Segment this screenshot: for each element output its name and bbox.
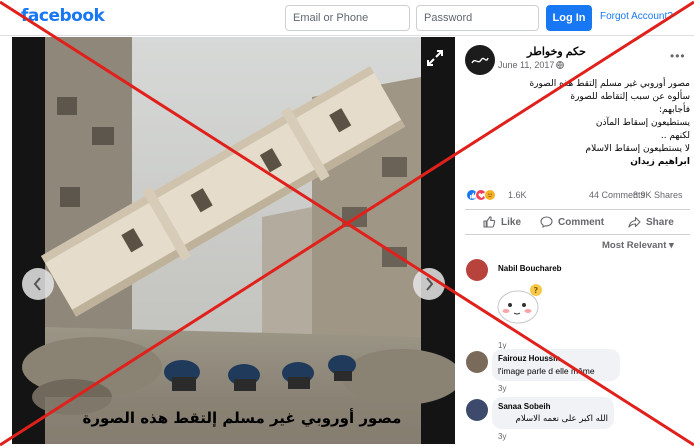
calligraphy-logo-icon — [471, 57, 489, 64]
like-icon — [483, 216, 496, 228]
login-button[interactable]: Log In — [546, 5, 592, 31]
comment-author[interactable]: Nabil Bouchareb — [498, 264, 562, 273]
email-field[interactable] — [285, 5, 410, 31]
svg-text:?: ? — [534, 286, 539, 295]
comment-time[interactable]: 3y — [498, 432, 506, 441]
comment-text: الله اكبر على نعمه الاسلام — [515, 414, 608, 424]
more-dots-icon[interactable]: ••• — [670, 49, 686, 63]
comment-author[interactable]: Fairouz Houssm — [498, 354, 560, 363]
sad-reaction-icon[interactable] — [484, 189, 496, 201]
next-photo-button[interactable] — [413, 268, 445, 300]
post-line: لا يستطيعون إسقاط الاسلام — [585, 144, 690, 154]
sticker-icon: ? — [497, 284, 542, 324]
post-line: مصور أوروبي غير مسلم إلتقط هذه الصورة — [529, 79, 690, 89]
globe-icon — [556, 61, 564, 69]
share-icon — [628, 216, 641, 228]
post-line: فأجابهم: — [658, 105, 690, 115]
post-date[interactable]: June 11, 2017 · — [498, 60, 560, 70]
comment-avatar[interactable] — [466, 351, 488, 373]
page-avatar[interactable] — [465, 45, 495, 75]
post-text: مصور أوروبي غير مسلم إلتقط هذه الصورة سأ… — [470, 78, 690, 169]
comment-label: Comment — [558, 216, 605, 228]
comment-button[interactable]: Comment — [540, 216, 604, 228]
chevron-right-icon — [426, 277, 434, 291]
post-sidebar: حكم وخواطر June 11, 2017 · ••• مصور أورو… — [460, 37, 694, 447]
post-author: ابراهيم زيدان — [630, 157, 690, 167]
expand-icon[interactable] — [426, 49, 444, 67]
share-count[interactable]: 8.9K Shares — [633, 190, 683, 200]
share-button[interactable]: Share — [628, 216, 674, 228]
comment-icon — [540, 216, 553, 228]
reaction-count[interactable]: 1.6K — [508, 190, 527, 200]
comment-time[interactable]: 3y — [498, 384, 506, 393]
post-line: يستطيعون إسقاط المآذن — [595, 118, 690, 128]
comment-avatar[interactable] — [466, 399, 488, 421]
comment-text: l'image parle d elle même — [498, 366, 595, 376]
post-line: سألوه عن سبب إلتقاطه للصورة — [570, 92, 690, 102]
like-button[interactable]: Like — [483, 216, 521, 228]
top-navigation-bar: facebook Log In Forgot Account? — [0, 0, 694, 36]
post-line: لكنهم .. — [660, 131, 690, 141]
page-name[interactable]: حكم وخواطر — [527, 45, 586, 58]
caret-down-icon: ▾ — [669, 240, 674, 251]
reactions-bar: 1.6K 44 Comments 8.9K Shares — [466, 189, 691, 203]
chevron-left-icon — [33, 277, 41, 291]
like-label: Like — [501, 216, 522, 228]
forgot-account-link[interactable]: Forgot Account? — [600, 11, 673, 22]
password-field[interactable] — [416, 5, 539, 31]
comment-avatar[interactable] — [466, 259, 488, 281]
post-photo[interactable] — [12, 37, 455, 444]
comment-sort-dropdown[interactable]: Most Relevant ▾ — [602, 240, 674, 251]
photo-caption: مصور أوروبي غير مسلم إلتقط هذه الصورة — [82, 409, 402, 427]
comment-author[interactable]: Sanaa Sobeih — [498, 402, 550, 411]
share-label: Share — [646, 216, 674, 228]
previous-photo-button[interactable] — [22, 268, 54, 300]
facebook-logo[interactable]: facebook — [21, 6, 105, 26]
photo-viewer: مصور أوروبي غير مسلم إلتقط هذه الصورة — [12, 37, 455, 444]
post-actions: Like Comment Share — [465, 209, 690, 235]
sort-label: Most Relevant — [602, 240, 667, 251]
